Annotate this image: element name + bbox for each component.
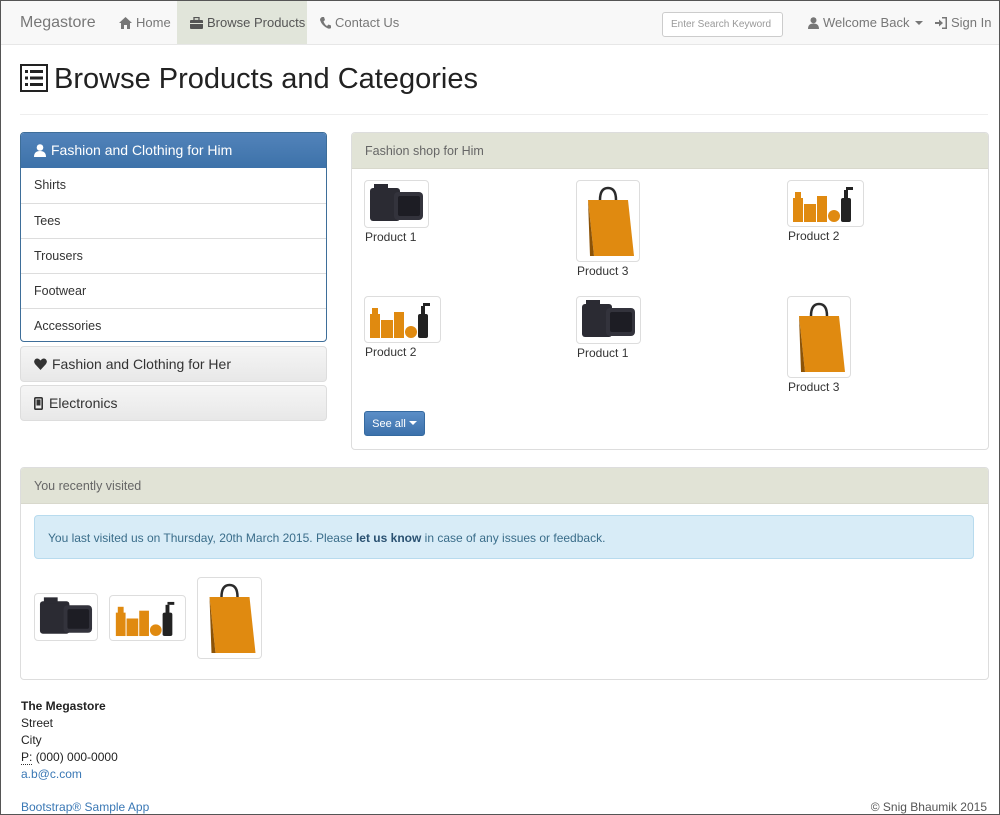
alert-text-prefix: You last visited us on Thursday, 20th Ma…	[48, 531, 356, 545]
product-label[interactable]: Product 1	[365, 230, 416, 244]
subcategory-accessories[interactable]: Accessories	[21, 308, 326, 341]
product-thumbnail[interactable]	[787, 180, 864, 227]
nav-contact-label: Contact Us	[335, 15, 400, 30]
heart-icon	[34, 358, 47, 370]
subcategory-trousers[interactable]: Trousers	[21, 238, 326, 273]
recent-item-thumbnail[interactable]	[34, 593, 98, 641]
recent-item-thumbnail[interactable]	[109, 595, 186, 641]
see-all-button[interactable]: See all	[364, 411, 425, 436]
product-thumbnail[interactable]	[576, 180, 640, 262]
footer-copyright: © Snig Bhaumik 2015	[870, 800, 987, 814]
subcategory-list: Shirts Tees Trousers Footwear Accessorie…	[21, 168, 326, 341]
nav-home[interactable]: Home	[106, 1, 184, 44]
subcategory-footwear[interactable]: Footwear	[21, 273, 326, 308]
shopping-bag-icon	[588, 186, 634, 256]
page-title: Browse Products and Categories	[20, 63, 478, 96]
camera-icon	[370, 184, 423, 221]
category-header-her[interactable]: Fashion and Clothing for Her	[20, 346, 327, 382]
cosmetics-icon	[115, 601, 175, 637]
shopping-bag-icon	[799, 302, 845, 372]
category-title-electronics: Electronics	[49, 395, 118, 411]
sign-in-icon	[935, 17, 947, 29]
home-icon	[119, 17, 132, 29]
user-icon	[34, 144, 46, 157]
sign-in-label: Sign In	[951, 15, 992, 30]
camera-icon	[39, 597, 93, 634]
footer-app-link[interactable]: Bootstrap® Sample App	[21, 800, 149, 814]
product-label[interactable]: Product 2	[365, 345, 416, 359]
brand-logo[interactable]: Megastore	[20, 14, 96, 32]
product-label[interactable]: Product 3	[788, 380, 839, 394]
product-thumbnail[interactable]	[364, 296, 441, 343]
product-label[interactable]: Product 1	[577, 346, 628, 360]
nav-contact[interactable]: Contact Us	[307, 1, 412, 44]
welcome-dropdown[interactable]: Welcome Back	[795, 1, 936, 44]
briefcase-icon	[190, 16, 203, 29]
product-thumbnail[interactable]	[576, 296, 641, 344]
product-label[interactable]: Product 3	[577, 264, 628, 278]
phone-label: P:	[21, 750, 33, 765]
cosmetics-icon	[370, 303, 430, 338]
cosmetics-icon	[793, 187, 853, 222]
page-header: Browse Products and Categories	[20, 61, 988, 115]
phone-line: P: (000) 000-0000	[21, 749, 118, 766]
nav-browse-label: Browse Products	[207, 15, 306, 30]
top-navbar: Megastore Home Browse Products Contact U…	[1, 1, 999, 45]
see-all-label: See all	[372, 418, 406, 430]
feedback-link[interactable]: let us know	[356, 531, 421, 545]
category-title-her: Fashion and Clothing for Her	[52, 356, 231, 372]
chevron-down-icon	[408, 421, 417, 425]
nav-home-label: Home	[136, 15, 171, 30]
subcategory-tees[interactable]: Tees	[21, 203, 326, 238]
company-name: The Megastore	[21, 699, 106, 713]
alert-text-suffix: in case of any issues or feedback.	[421, 531, 606, 545]
user-icon	[808, 17, 819, 29]
store-address: The Megastore Street City P: (000) 000-0…	[21, 698, 118, 783]
category-title-him: Fashion and Clothing for Him	[51, 142, 233, 158]
page-title-text: Browse Products and Categories	[54, 63, 478, 95]
recent-panel: You recently visited	[20, 467, 989, 680]
phone-number: (000) 000-0000	[35, 750, 118, 764]
phone-device-icon	[34, 397, 44, 410]
list-icon	[20, 64, 48, 92]
last-visit-alert: You last visited us on Thursday, 20th Ma…	[34, 515, 974, 559]
product-label[interactable]: Product 2	[788, 229, 839, 243]
recent-item-thumbnail[interactable]	[197, 577, 262, 659]
address-street: Street	[21, 716, 54, 730]
product-thumbnail[interactable]	[787, 296, 851, 378]
category-header-electronics[interactable]: Electronics	[20, 385, 327, 421]
product-thumbnail[interactable]	[364, 180, 429, 228]
search-input[interactable]	[662, 12, 783, 37]
welcome-label: Welcome Back	[823, 15, 910, 30]
camera-icon	[582, 300, 635, 337]
category-panel-him: Fashion and Clothing for Him Shirts Tees…	[20, 132, 327, 342]
category-header-him[interactable]: Fashion and Clothing for Him	[21, 133, 326, 168]
subcategory-shirts[interactable]: Shirts	[21, 168, 326, 203]
shop-panel-title: Fashion shop for Him	[352, 133, 988, 169]
nav-browse-products[interactable]: Browse Products	[177, 1, 307, 44]
address-city: City	[21, 733, 42, 747]
email-link[interactable]: a.b@c.com	[21, 766, 118, 783]
shop-panel: Fashion shop for Him	[351, 132, 989, 450]
sign-in-link[interactable]: Sign In	[922, 1, 1000, 44]
recent-panel-title: You recently visited	[21, 468, 988, 504]
shopping-bag-icon	[209, 583, 256, 653]
phone-icon	[320, 17, 331, 29]
